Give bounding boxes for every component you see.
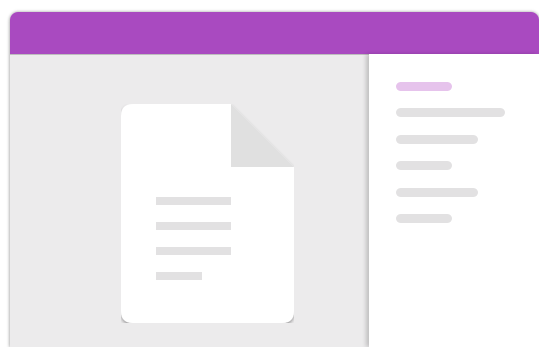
document-fold [231, 104, 294, 167]
nav-item[interactable] [396, 135, 478, 144]
document-text-line [156, 222, 231, 230]
document-icon [121, 104, 294, 323]
nav-item[interactable] [396, 188, 478, 197]
app-window [10, 12, 539, 347]
nav-item[interactable] [396, 108, 505, 117]
document-sheet [121, 104, 294, 323]
title-bar [10, 12, 539, 54]
nav-item-selected[interactable] [396, 82, 452, 91]
document-text-line [156, 197, 231, 205]
nav-item[interactable] [396, 161, 452, 170]
nav-item[interactable] [396, 214, 452, 223]
content-pane [10, 54, 369, 347]
document-text-line [156, 272, 202, 280]
document-text-line [156, 247, 231, 255]
navigation-pane [369, 54, 539, 347]
